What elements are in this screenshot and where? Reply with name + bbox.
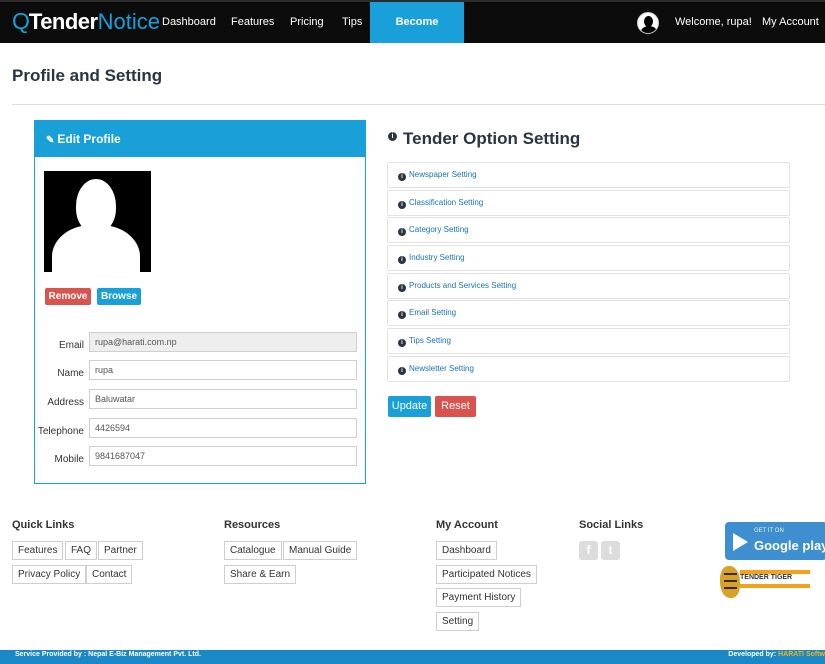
email-field[interactable] — [89, 332, 357, 352]
google-play-badge[interactable]: GET IT ON Google play — [725, 522, 825, 560]
my-account-dropdown[interactable]: My Account - — [762, 2, 825, 84]
tendernotice-logo[interactable]: QTenderNotice — [12, 8, 160, 38]
reset-button[interactable]: Reset — [435, 396, 476, 417]
footer-link-dashboard[interactable]: Dashboard — [436, 541, 497, 560]
telephone-field[interactable] — [89, 418, 357, 438]
footer-link-catalogue[interactable]: Catalogue — [224, 541, 282, 560]
page-title: Profile and Setting — [12, 66, 163, 85]
footer-link-contact[interactable]: Contact — [86, 565, 133, 584]
nav-dashboard[interactable]: Dashboard — [153, 2, 225, 43]
info-icon: i — [398, 339, 406, 348]
my-account-heading: My Account — [436, 519, 498, 531]
title-divider — [12, 104, 825, 105]
info-icon: i — [398, 366, 406, 375]
name-field[interactable] — [89, 360, 357, 380]
resources-heading: Resources — [224, 519, 281, 531]
harati-link[interactable]: HARATI Softw — [778, 651, 825, 658]
facebook-icon[interactable]: f — [579, 541, 598, 560]
option-email-setting[interactable]: i Email Setting — [387, 300, 790, 327]
top-navbar: QTenderNotice Dashboard Features Pricing… — [0, 0, 825, 69]
footer-link-share-earn[interactable]: Share & Earn — [224, 565, 297, 584]
footer-link-privacy-policy[interactable]: Privacy Policy — [12, 565, 87, 584]
mobile-field[interactable] — [89, 446, 357, 466]
bottom-bar: Service Provided by : Nepal E-Biz Manage… — [0, 650, 825, 664]
footer-link-partner[interactable]: Partner — [98, 541, 143, 560]
edit-icon: ✎ — [46, 135, 55, 146]
welcome-text: Welcome, rupa! — [675, 16, 752, 28]
info-icon: i — [398, 173, 406, 181]
edit-profile-panel: ✎Edit Profile Remove Browse Email Name A… — [34, 120, 366, 484]
user-avatar-icon[interactable] — [637, 12, 659, 34]
option-tips-setting[interactable]: i Tips Setting — [387, 328, 790, 355]
info-icon: i — [398, 228, 406, 237]
profile-photo — [44, 171, 151, 272]
social-links-heading: Social Links — [579, 519, 644, 531]
edit-profile-header: ✎ Edit Profile — [35, 121, 365, 157]
option-industry-setting[interactable]: i Industry Setting — [387, 245, 790, 272]
nav-pricing[interactable]: Pricing — [281, 2, 333, 43]
twitter-icon[interactable]: t — [601, 541, 620, 560]
info-icon: i — [398, 283, 406, 292]
nav-tips[interactable]: Tips — [333, 2, 371, 43]
service-provider-text: Service Provided by : Nepal E-Biz Manage… — [15, 651, 201, 658]
info-icon: i — [398, 311, 406, 320]
name-label: Name — [57, 368, 84, 379]
footer-link-participated-notices[interactable]: Participated Notices — [436, 565, 537, 584]
address-field[interactable] — [89, 389, 357, 409]
tender-tiger-logo[interactable]: TENDER TIGER — [718, 564, 814, 600]
address-label: Address — [47, 397, 84, 408]
info-icon: i — [388, 132, 397, 141]
play-store-icon — [733, 533, 748, 551]
footer-link-setting[interactable]: Setting — [436, 612, 480, 631]
update-button[interactable]: Update — [388, 396, 431, 417]
info-icon: i — [398, 256, 406, 265]
footer-link-manual-guide[interactable]: Manual Guide — [283, 541, 358, 560]
option-products-services-setting[interactable]: i Products and Services Setting — [387, 272, 790, 299]
option-classification-setting[interactable]: i Classification Setting — [387, 189, 790, 216]
option-newsletter-setting[interactable]: i Newsletter Setting — [387, 355, 790, 382]
quick-links-heading: Quick Links — [12, 519, 75, 531]
nav-become-partner[interactable]: Become Partner — [370, 2, 464, 69]
option-newspaper-setting[interactable]: i Newspaper Setting — [387, 162, 790, 188]
telephone-label: Telephone — [37, 426, 84, 437]
tender-option-title: i Tender Option Setting — [388, 129, 580, 149]
email-label: Email — [58, 340, 84, 351]
developer-credit: Developed by: HARATI Softw — [728, 651, 825, 658]
remove-photo-button[interactable]: Remove — [45, 288, 91, 305]
mobile-label: Mobile — [54, 454, 84, 465]
tender-option-list: i Newspaper Setting i Classification Setti… — [387, 162, 790, 384]
footer-link-payment-history[interactable]: Payment History — [436, 588, 522, 607]
nav-features[interactable]: Features — [222, 2, 283, 43]
option-category-setting[interactable]: i Category Setting — [387, 217, 790, 244]
info-icon: i — [398, 200, 406, 209]
footer-link-faq[interactable]: FAQ — [65, 541, 98, 560]
browse-photo-button[interactable]: Browse — [97, 288, 141, 305]
footer-link-features[interactable]: Features — [12, 541, 64, 560]
